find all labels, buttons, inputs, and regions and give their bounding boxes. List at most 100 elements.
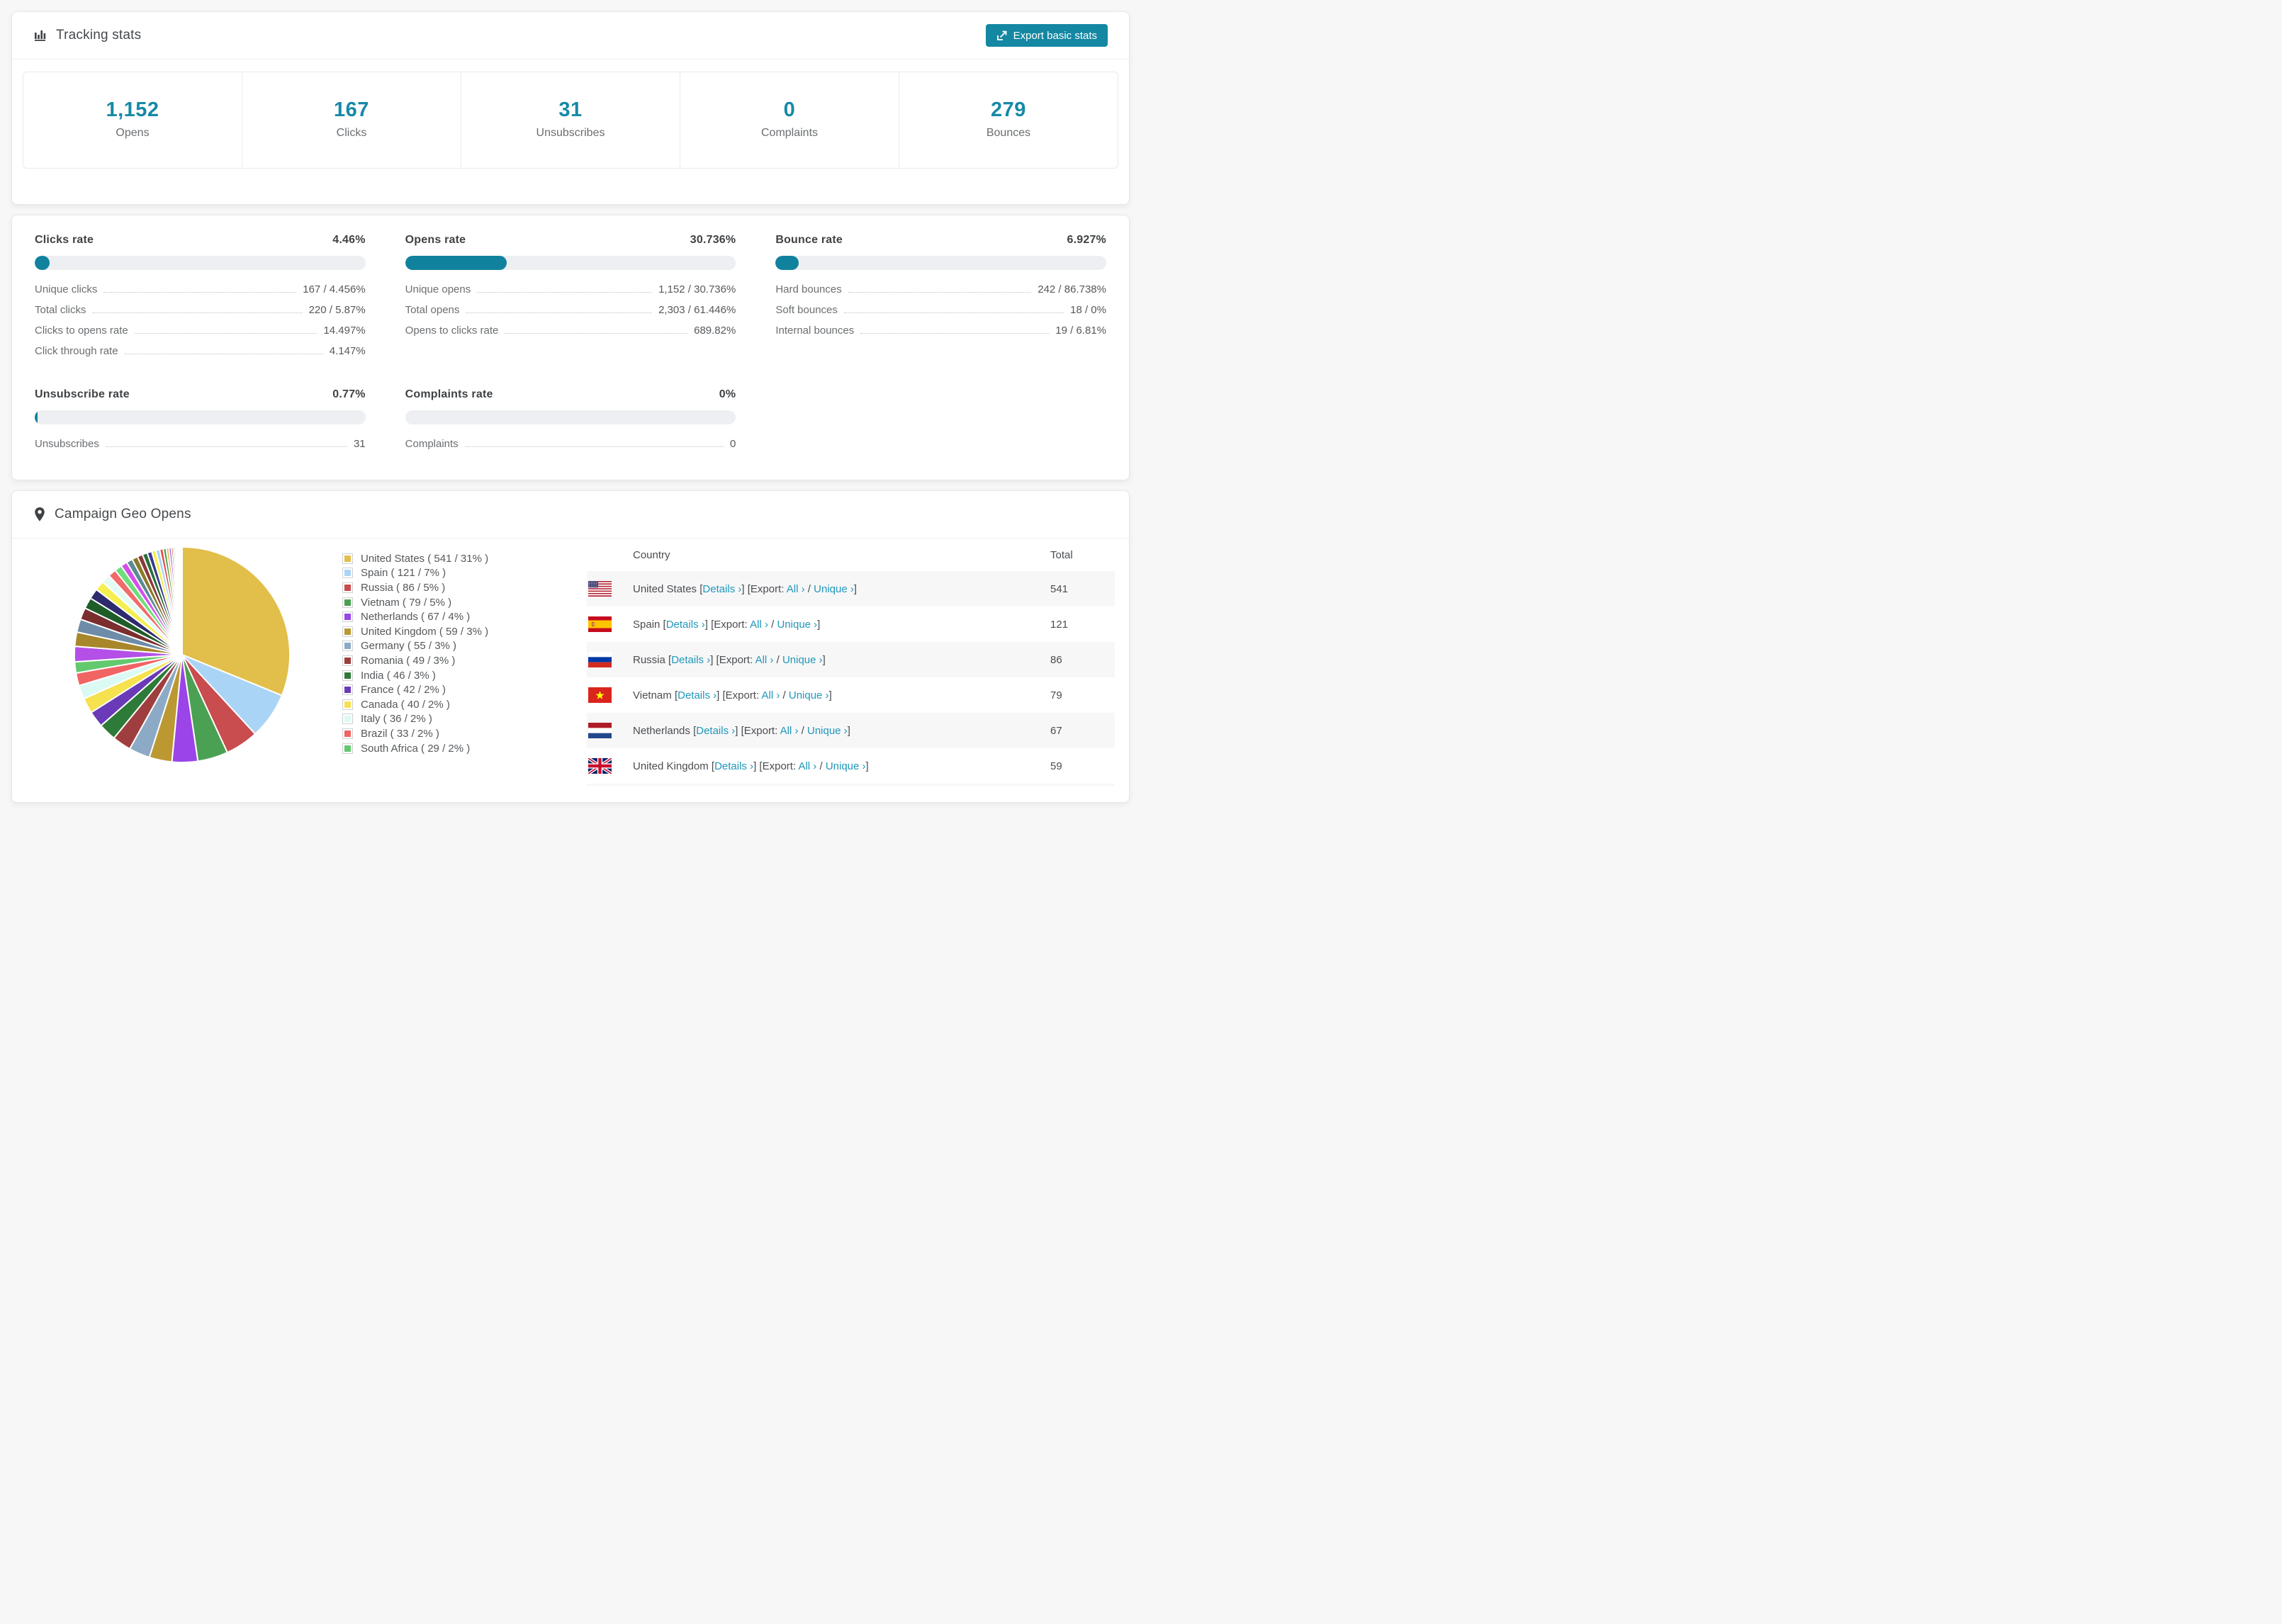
slash-separator: / xyxy=(804,582,814,595)
geo-opens-table: Country Total United States [Details ›] … xyxy=(587,538,1115,786)
legend-swatch xyxy=(342,670,353,681)
bracket: ] xyxy=(828,689,832,701)
legend-item: Spain ( 121 / 7% ) xyxy=(342,566,555,581)
export-all-link[interactable]: All › xyxy=(780,725,799,737)
details-link[interactable]: Details › xyxy=(696,725,735,737)
total-value: 59 xyxy=(1050,760,1062,772)
flag-us-icon xyxy=(588,581,631,597)
opens-rate-block: Opens rate 30.736% Unique opens 1,152 / 3… xyxy=(405,234,736,361)
details-link[interactable]: Details › xyxy=(714,760,753,772)
bracket: ] xyxy=(847,724,850,737)
legend-item: Vietnam ( 79 / 5% ) xyxy=(342,595,555,610)
bounce-rate-block: Bounce rate 6.927% Hard bounces 242 / 86.… xyxy=(775,234,1106,361)
details-link[interactable]: Details › xyxy=(678,689,716,701)
legend-item: Brazil ( 33 / 2% ) xyxy=(342,726,555,741)
legend-swatch xyxy=(342,568,353,579)
country-name: Spain xyxy=(633,618,663,631)
details-link[interactable]: Details › xyxy=(671,654,710,666)
stat-row: Hard bounces 242 / 86.738% xyxy=(775,283,1106,295)
total-value xyxy=(1050,784,1115,786)
legend-item: Russia ( 86 / 5% ) xyxy=(342,580,555,595)
export-unique-link[interactable]: Unique › xyxy=(782,654,823,666)
export-unique-link[interactable]: Unique › xyxy=(807,725,848,737)
country-name: United Kingdom xyxy=(633,760,712,772)
bracket: ] xyxy=(865,760,869,772)
stat-row: Click through rate 4.147% xyxy=(35,345,366,357)
legend-item: India ( 46 / 3% ) xyxy=(342,668,555,683)
bracket: ] [Export: xyxy=(741,582,787,595)
export-all-link[interactable]: All › xyxy=(755,654,774,666)
export-all-link[interactable]: All › xyxy=(750,619,768,631)
details-link[interactable]: Details › xyxy=(666,619,705,631)
legend-item: United Kingdom ( 59 / 3% ) xyxy=(342,624,555,639)
stat-complaints: 0 Complaints xyxy=(680,72,899,168)
export-basic-stats-button[interactable]: Export basic stats xyxy=(985,24,1108,47)
legend-label: United Kingdom ( 59 / 3% ) xyxy=(361,625,489,638)
geo-opens-title: Campaign Geo Opens xyxy=(55,507,191,521)
slash-separator: / xyxy=(798,724,807,737)
legend-swatch xyxy=(342,611,353,623)
slash-separator: / xyxy=(773,653,782,666)
complaints-count: 0 xyxy=(783,98,796,121)
geo-opens-pie-chart xyxy=(70,543,294,767)
stat-unsubscribes: 31 Unsubscribes xyxy=(461,72,680,168)
legend-item: South Africa ( 29 / 2% ) xyxy=(342,741,555,756)
bracket: ] [Export: xyxy=(735,724,780,737)
export-icon xyxy=(996,30,1008,41)
export-all-link[interactable]: All › xyxy=(762,689,780,701)
stat-opens: 1,152 Opens xyxy=(23,72,242,168)
legend-label: Canada ( 40 / 2% ) xyxy=(361,698,450,711)
stat-row: Unique opens 1,152 / 30.736% xyxy=(405,283,736,295)
bracket: ] xyxy=(822,653,826,666)
legend-swatch xyxy=(342,655,353,666)
export-unique-link[interactable]: Unique › xyxy=(814,583,854,595)
country-name: Russia xyxy=(633,653,669,666)
legend-label: South Africa ( 29 / 2% ) xyxy=(361,742,471,755)
legend-swatch xyxy=(342,626,353,637)
legend-label: Germany ( 55 / 3% ) xyxy=(361,640,457,653)
country-name: Vietnam xyxy=(633,689,675,701)
bar-chart-icon xyxy=(33,28,47,43)
export-all-link[interactable]: All › xyxy=(798,760,816,772)
unsubscribe-rate-block: Unsubscribe rate 0.77% Unsubscribes 31 xyxy=(35,388,366,454)
legend-swatch xyxy=(342,699,353,710)
campaign-geo-opens-card: Campaign Geo Opens United States ( 541 /… xyxy=(11,490,1130,803)
bracket: ] [Export: xyxy=(704,618,751,631)
legend-swatch xyxy=(342,582,353,593)
bounces-count: 279 xyxy=(991,98,1026,121)
total-value: 86 xyxy=(1050,653,1062,666)
legend-swatch xyxy=(342,641,353,652)
table-row: Netherlands [Details ›] [Export: All › /… xyxy=(587,713,1115,748)
table-row: Vietnam [Details ›] [Export: All › / Uni… xyxy=(587,677,1115,713)
total-value: 541 xyxy=(1050,582,1069,595)
legend-swatch xyxy=(342,714,353,725)
country-name: Netherlands xyxy=(633,724,694,737)
legend-item: Romania ( 49 / 3% ) xyxy=(342,653,555,668)
stats-summary-box: 1,152 Opens 167 Clicks 31 Unsubscribes 0… xyxy=(23,72,1118,169)
bounce-rate-progressbar xyxy=(775,256,1106,270)
opens-count: 1,152 xyxy=(106,98,159,121)
flag-es-icon xyxy=(588,616,631,632)
details-link[interactable]: Details › xyxy=(702,583,741,595)
stat-bounces: 279 Bounces xyxy=(899,72,1118,168)
bracket: ] [Export: xyxy=(716,689,762,701)
bracket: ] [Export: xyxy=(710,653,755,666)
slash-separator: / xyxy=(816,760,826,772)
legend-label: Vietnam ( 79 / 5% ) xyxy=(361,596,452,609)
complaints-rate-progressbar xyxy=(405,410,736,424)
total-value: 67 xyxy=(1050,724,1062,737)
table-row: Russia [Details ›] [Export: All › / Uniq… xyxy=(587,642,1115,677)
tracking-stats-header: Tracking stats Export basic stats xyxy=(12,12,1129,60)
export-unique-link[interactable]: Unique › xyxy=(826,760,866,772)
stat-clicks: 167 Clicks xyxy=(242,72,461,168)
export-all-link[interactable]: All › xyxy=(787,583,805,595)
legend-item: United States ( 541 / 31% ) xyxy=(342,551,555,566)
stat-row: Soft bounces 18 / 0% xyxy=(775,304,1106,316)
stat-row: Complaints 0 xyxy=(405,438,736,450)
stat-row: Total opens 2,303 / 61.446% xyxy=(405,304,736,316)
legend-label: Romania ( 49 / 3% ) xyxy=(361,654,456,667)
export-unique-link[interactable]: Unique › xyxy=(789,689,829,701)
legend-label: India ( 46 / 3% ) xyxy=(361,669,436,682)
legend-swatch xyxy=(342,743,353,754)
export-unique-link[interactable]: Unique › xyxy=(777,619,817,631)
